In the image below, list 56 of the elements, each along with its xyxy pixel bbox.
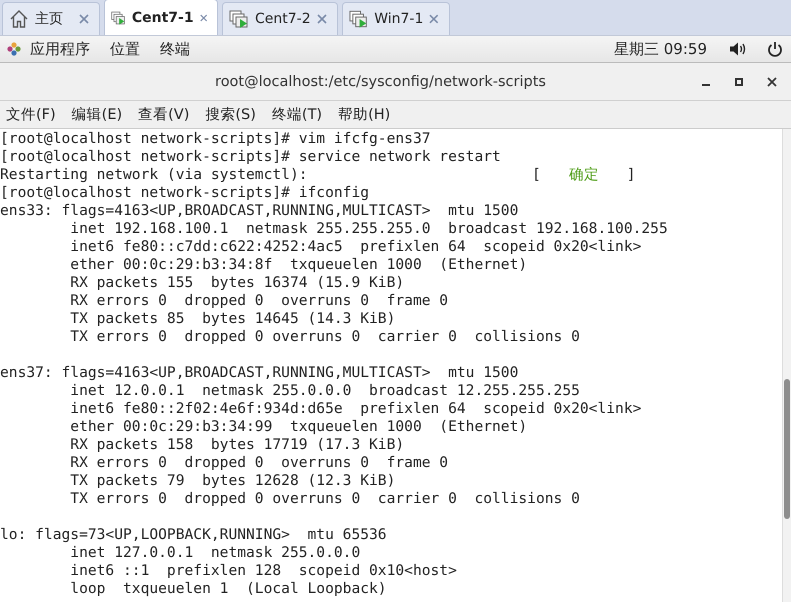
terminal-line: ether 00:0c:29:b3:34:99 txqueuelen 1000 (Ethernet) — [69, 418, 528, 436]
terminal-line: [root@localhost network-scripts]# service network restart — [0, 148, 502, 166]
volume-icon[interactable] — [729, 41, 747, 57]
terminal-line: RX packets 158 bytes 17719 (17.3 KiB) — [69, 436, 406, 454]
terminal-line: inet 127.0.0.1 netmask 255.0.0.0 — [69, 544, 362, 562]
vm-tab[interactable]: Win7-1 — [342, 2, 450, 35]
status-bracket: ] — [626, 166, 636, 184]
virtual-machine-icon — [349, 9, 368, 29]
terminal-line: TX packets 85 bytes 14645 (14.3 KiB) — [69, 310, 396, 328]
terminal-line: inet 192.168.100.1 netmask 255.255.255.0 broadcast 192.168.100.255 — [69, 220, 669, 238]
terminal-line: ens37: flags=4163<UP,BROADCAST,RUNNING,MULTICAST> mtu 1500 — [0, 364, 520, 382]
vm-tab[interactable]: Cent7-2 — [222, 2, 338, 35]
terminal-line: RX errors 0 dropped 0 overruns 0 frame 0 — [69, 292, 450, 310]
panel-menu[interactable]: 应用程序 — [30, 40, 90, 58]
terminal-line: RX errors 0 dropped 0 overruns 0 frame 0 — [69, 454, 450, 472]
terminal-line: [root@localhost network-scripts]# vim ifcfg-ens37 — [0, 130, 432, 148]
scrollbar[interactable] — [782, 129, 791, 602]
menu-item[interactable]: 编辑(E) — [72, 105, 122, 124]
terminal-line: inet6 ::1 prefixlen 128 scopeid 0x10<host> — [69, 562, 458, 580]
power-icon[interactable] — [767, 41, 783, 57]
tab-label: 主页 — [35, 10, 64, 28]
menu-item[interactable]: 帮助(H) — [338, 105, 390, 124]
terminal-line: TX errors 0 dropped 0 overruns 0 carrier 0 collisions 0 — [69, 490, 581, 508]
window-title: root@localhost:/etc/sysconfig/network-scripts — [214, 74, 546, 90]
terminal-line: ether 00:0c:29:b3:34:8f txqueuelen 1000 (Ethernet) — [69, 256, 528, 274]
menu-item[interactable]: 搜索(S) — [205, 105, 256, 124]
terminal-line: ens33: flags=4163<UP,BROADCAST,RUNNING,MULTICAST> mtu 1500 — [0, 202, 520, 220]
vm-tab[interactable]: Cent7-1 — [104, 0, 218, 35]
menu-item[interactable]: 终端(T) — [272, 105, 322, 124]
tab-label: Cent7-1 — [132, 10, 194, 26]
close-icon[interactable] — [767, 76, 778, 86]
maximize-icon[interactable] — [735, 78, 744, 86]
status-bracket: [ — [532, 166, 541, 184]
tab-label: Cent7-2 — [255, 11, 311, 27]
terminal-line: inet6 fe80::2f02:4e6f:934d:d65e prefixlen 64 scopeid 0x20<link> — [69, 400, 642, 418]
applications-icon[interactable] — [6, 41, 22, 57]
vm-tab[interactable]: 主页 — [2, 2, 100, 35]
tab-label: Win7-1 — [374, 11, 424, 27]
clock[interactable]: 星期三 09:59 — [614, 40, 707, 58]
virtual-machine-icon — [229, 9, 249, 29]
house-icon — [9, 9, 29, 29]
terminal-line: inet 12.0.0.1 netmask 255.0.0.0 broadcast 12.255.255.255 — [69, 382, 581, 400]
terminal-line: Restarting network (via systemctl): — [0, 166, 309, 184]
menu-item[interactable]: 查看(V) — [138, 105, 190, 124]
terminal-line: TX errors 0 dropped 0 overruns 0 carrier 0 collisions 0 — [69, 328, 581, 346]
scrollbar-thumb[interactable] — [784, 379, 790, 519]
terminal-line: [root@localhost network-scripts]# ifconfig — [0, 184, 370, 202]
terminal-line: TX packets 79 bytes 12628 (12.3 KiB) — [69, 472, 396, 490]
panel-menu[interactable]: 位置 — [110, 40, 140, 58]
menu-item[interactable]: 文件(F) — [6, 105, 56, 124]
status-ok: 确定 — [568, 166, 599, 184]
terminal-line: loop txqueuelen 1 (Local Loopback) — [69, 580, 388, 598]
terminal-line: RX packets 155 bytes 16374 (15.9 KiB) — [69, 274, 406, 292]
terminal-line: inet6 fe80::c7dd:c622:4252:4ac5 prefixlen 64 scopeid 0x20<link> — [69, 238, 642, 256]
panel-menu[interactable]: 终端 — [160, 40, 190, 58]
terminal-line: lo: flags=73<UP,LOOPBACK,RUNNING> mtu 65536 — [0, 526, 388, 544]
